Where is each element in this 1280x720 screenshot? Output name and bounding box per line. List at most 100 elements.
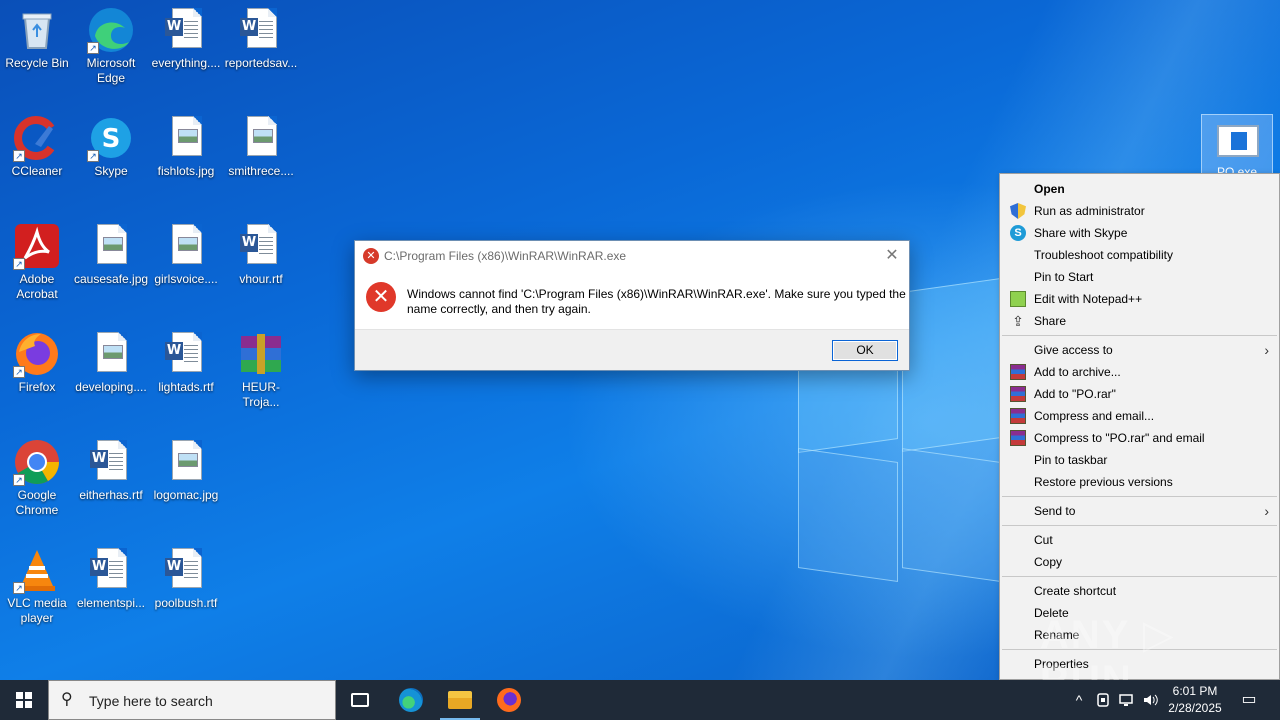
show-hidden-icons-button[interactable]: ^ [1068, 680, 1090, 720]
desktop-icon-label: eitherhas.rtf [79, 488, 143, 502]
winrar-icon [1010, 364, 1026, 380]
action-center-button[interactable]: ▭ [1236, 680, 1262, 720]
desktop-icon-firefox[interactable]: ↗ Firefox [0, 330, 74, 395]
volume-icon[interactable] [1140, 680, 1160, 720]
acrobat-icon: ↗ [13, 222, 61, 270]
dialog-footer: OK [355, 329, 909, 370]
desktop-icon-lightads[interactable]: W lightads.rtf [149, 330, 223, 395]
shortcut-arrow-icon: ↗ [13, 366, 25, 378]
desktop-icon-label: everything.... [151, 56, 221, 70]
menu-item-pin-to-taskbar[interactable]: Pin to taskbar [1000, 449, 1279, 471]
chevron-right-icon: › [1264, 503, 1269, 519]
desktop-icon-logomac[interactable]: logomac.jpg [149, 438, 223, 503]
taskbar-firefox-button[interactable] [485, 680, 533, 720]
desktop-icon-elementspi[interactable]: W elementspi... [74, 546, 148, 611]
desktop-icon-eitherhas[interactable]: W eitherhas.rtf [74, 438, 148, 503]
network-icon[interactable] [1116, 680, 1136, 720]
menu-item-give-access-to[interactable]: Give access to › [1000, 339, 1279, 361]
menu-item-label: Pin to taskbar [1034, 453, 1108, 467]
shortcut-arrow-icon: ↗ [13, 582, 25, 594]
error-dialog: ✕ C:\Program Files (x86)\WinRAR\WinRAR.e… [354, 240, 910, 371]
menu-item-open[interactable]: Open [1000, 178, 1279, 200]
menu-item-run-as-administrator[interactable]: Run as administrator [1000, 200, 1279, 222]
clock-date: 2/28/2025 [1168, 701, 1222, 715]
wallpaper-logo-pane [798, 447, 898, 583]
winrar-icon [1010, 430, 1026, 446]
menu-item-share-with-skype[interactable]: S Share with Skype [1000, 222, 1279, 244]
menu-item-label: Pin to Start [1034, 270, 1094, 284]
desktop-icon-ccleaner[interactable]: ↗ CCleaner [0, 114, 74, 179]
close-button[interactable]: ✕ [881, 245, 903, 267]
image-file-icon [162, 222, 210, 270]
task-view-button[interactable] [336, 680, 384, 720]
desktop-icon-causesafe[interactable]: causesafe.jpg [74, 222, 148, 287]
menu-item-label: Send to [1034, 504, 1076, 518]
winrar-icon [1010, 386, 1026, 402]
desktop-icon-recycle-bin[interactable]: Recycle Bin [0, 6, 74, 71]
desktop-icon-heur-trojan[interactable]: HEUR-Troja... [224, 330, 298, 410]
image-file-icon [87, 222, 135, 270]
desktop-icon-vlc[interactable]: ↗ VLC media player [0, 546, 74, 626]
image-file-icon [237, 114, 285, 162]
desktop-icon-skype[interactable]: S ↗ Skype [74, 114, 148, 179]
winrar-icon [1010, 408, 1026, 424]
desktop-icon-google-chrome[interactable]: ↗ Google Chrome [0, 438, 74, 518]
menu-separator [1002, 496, 1277, 497]
menu-item-label: Add to archive... [1034, 365, 1121, 379]
menu-item-create-shortcut[interactable]: Create shortcut [1000, 580, 1279, 602]
menu-item-share[interactable]: ⇪ Share [1000, 310, 1279, 332]
menu-item-add-to-po-rar[interactable]: Add to "PO.rar" [1000, 383, 1279, 405]
menu-item-copy[interactable]: Copy [1000, 551, 1279, 573]
desktop-icon-adobe-acrobat[interactable]: ↗ Adobe Acrobat [0, 222, 74, 302]
desktop-icon-developing[interactable]: developing.... [74, 330, 148, 395]
word-doc-icon: W [162, 330, 210, 378]
error-icon: ✕ [366, 282, 396, 312]
desktop-icon-girlsvoice[interactable]: girlsvoice.... [149, 222, 223, 287]
desktop-icon-vhour[interactable]: W vhour.rtf [224, 222, 298, 287]
desktop-icon-label: smithrece.... [228, 164, 294, 178]
search-placeholder: Type here to search [89, 693, 213, 709]
firefox-icon [497, 688, 521, 712]
menu-item-pin-to-start[interactable]: Pin to Start [1000, 266, 1279, 288]
desktop-icon-po-exe[interactable]: PO.exe [1201, 114, 1273, 179]
menu-item-label: Compress and email... [1034, 409, 1155, 423]
desktop-icon-label: VLC media player [7, 596, 67, 625]
word-doc-icon: W [162, 6, 210, 54]
menu-item-compress-and-email[interactable]: Compress and email... [1000, 405, 1279, 427]
menu-item-label: Share [1034, 314, 1067, 328]
menu-item-send-to[interactable]: Send to › [1000, 500, 1279, 522]
desktop-icon-everything[interactable]: W everything.... [149, 6, 223, 71]
menu-item-restore-previous-versions[interactable]: Restore previous versions [1000, 471, 1279, 493]
desktop-icon-label: developing.... [75, 380, 147, 394]
menu-item-cut[interactable]: Cut [1000, 529, 1279, 551]
menu-item-edit-with-notepad[interactable]: Edit with Notepad++ [1000, 288, 1279, 310]
desktop-icon-fishlots[interactable]: fishlots.jpg [149, 114, 223, 179]
desktop-icon-label: poolbush.rtf [154, 596, 218, 610]
menu-item-add-to-archive[interactable]: Add to archive... [1000, 361, 1279, 383]
menu-item-label: Share with Skype [1034, 226, 1128, 240]
usb-device-icon[interactable] [1093, 680, 1113, 720]
desktop-icon-smithrece[interactable]: smithrece.... [224, 114, 298, 179]
dialog-titlebar[interactable]: ✕ C:\Program Files (x86)\WinRAR\WinRAR.e… [355, 241, 909, 271]
taskbar-search-box[interactable]: ⚲ Type here to search [48, 680, 336, 720]
taskbar-edge-button[interactable] [387, 680, 435, 720]
desktop-icon-poolbush[interactable]: W poolbush.rtf [149, 546, 223, 611]
menu-item-compress-to-po-rar-and-email[interactable]: Compress to "PO.rar" and email [1000, 427, 1279, 449]
shortcut-arrow-icon: ↗ [87, 42, 99, 54]
taskbar-file-explorer-button[interactable] [436, 680, 484, 720]
share-icon: ⇪ [1012, 313, 1024, 329]
desktop-icon-microsoft-edge[interactable]: ↗ Microsoft Edge [74, 6, 148, 86]
taskbar-clock[interactable]: 6:01 PM 2/28/2025 [1162, 683, 1228, 717]
chrome-icon: ↗ [13, 438, 61, 486]
desktop-icon-label: elementspi... [76, 596, 146, 610]
dialog-title: C:\Program Files (x86)\WinRAR\WinRAR.exe [384, 249, 627, 263]
desktop-icon-reportedsav[interactable]: W reportedsav... [224, 6, 298, 71]
menu-item-label: Troubleshoot compatibility [1034, 248, 1173, 262]
start-button[interactable] [0, 680, 48, 720]
dialog-message: Windows cannot find 'C:\Program Files (x… [407, 287, 906, 316]
desktop-icon-label: lightads.rtf [158, 380, 214, 394]
ok-button[interactable]: OK [832, 340, 898, 361]
menu-item-troubleshoot-compatibility[interactable]: Troubleshoot compatibility [1000, 244, 1279, 266]
menu-item-label: Edit with Notepad++ [1034, 292, 1143, 306]
menu-item-label: Restore previous versions [1034, 475, 1173, 489]
